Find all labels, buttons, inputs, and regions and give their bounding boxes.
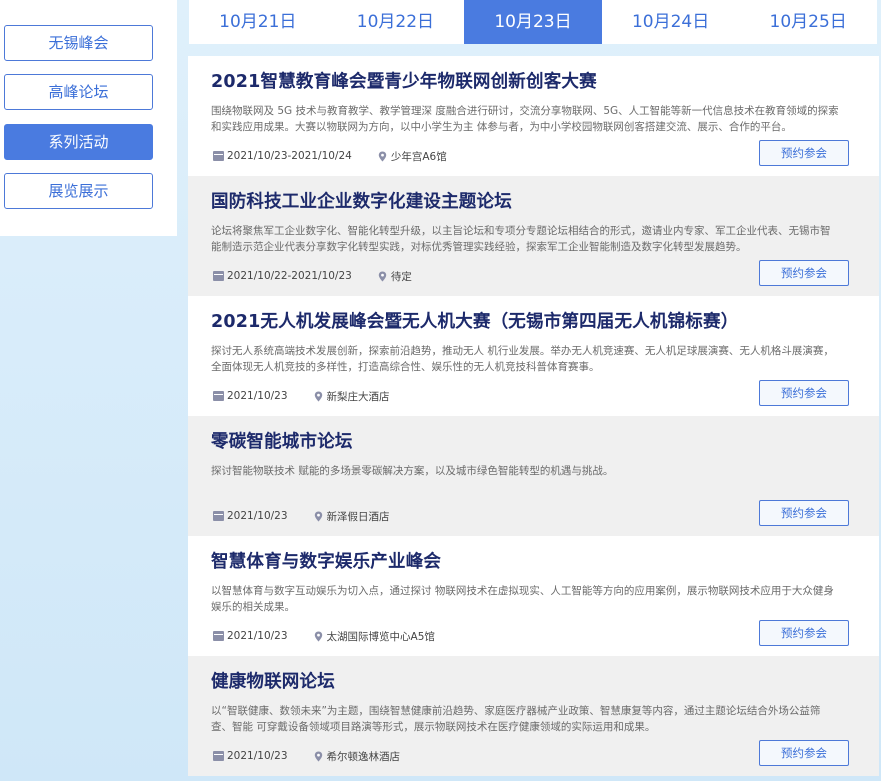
event-title: 零碳智能城市论坛 (211, 432, 353, 452)
event-location: 少年宫A6馆 (390, 150, 447, 163)
event-description: 论坛将聚焦军工企业数字化、智能化转型升级，以主旨论坛和专项分专题论坛相结合的形式… (211, 225, 831, 253)
event-description: 以智慧体育与数字互动娱乐为切入点，通过探讨 物联网技术在虚拟现实、人工智能等方向… (211, 585, 834, 613)
event-location: 太湖国际博览中心A5馆 (326, 630, 435, 643)
calendar-icon (213, 511, 224, 521)
sidebar-nav: 无锡峰会 高峰论坛 系列活动 展览展示 (0, 0, 177, 236)
reserve-button[interactable]: 预约参会 (759, 500, 849, 526)
calendar-icon (213, 751, 224, 761)
sidebar-item-exhibition[interactable]: 展览展示 (4, 173, 153, 209)
event-description: 以“智联健康、数领未来”为主题，围绕智慧健康前沿趋势、家庭医疗器械产业政策、智慧… (211, 705, 821, 733)
event-location: 希尔顿逸林酒店 (326, 750, 401, 763)
tab-date-1025[interactable]: 10月25日 (739, 0, 877, 44)
calendar-icon (213, 631, 224, 641)
event-title: 国防科技工业企业数字化建设主题论坛 (211, 192, 512, 212)
location-pin-icon (314, 751, 322, 761)
event-card: 2021智慧教育峰会暨青少年物联网创新创客大赛 围绕物联网及 5G 技术与教育教… (188, 56, 879, 176)
event-location: 新泽假日酒店 (326, 510, 390, 523)
event-date: 2021/10/23 (227, 630, 288, 642)
event-date: 2021/10/23 (227, 510, 288, 522)
reserve-button[interactable]: 预约参会 (759, 260, 849, 286)
tab-date-1021[interactable]: 10月21日 (189, 0, 327, 44)
calendar-icon (213, 271, 224, 281)
tab-date-1024[interactable]: 10月24日 (602, 0, 740, 44)
event-location: 待定 (390, 270, 412, 283)
event-date: 2021/10/23-2021/10/24 (227, 150, 352, 162)
event-meta: 2021/10/23-2021/10/24 少年宫A6馆 (213, 148, 473, 164)
event-title: 2021智慧教育峰会暨青少年物联网创新创客大赛 (211, 72, 597, 92)
event-meta: 2021/10/23 希尔顿逸林酒店 (213, 748, 426, 764)
event-meta: 2021/10/23 太湖国际博览中心A5馆 (213, 628, 461, 644)
tab-date-1023[interactable]: 10月23日 (464, 0, 602, 44)
event-title: 健康物联网论坛 (211, 672, 335, 692)
location-pin-icon (314, 631, 322, 641)
event-card: 健康物联网论坛 以“智联健康、数领未来”为主题，围绕智慧健康前沿趋势、家庭医疗器… (188, 656, 879, 776)
event-card: 2021无人机发展峰会暨无人机大赛（无锡市第四届无人机锦标赛） 探讨无人系统高端… (188, 296, 879, 416)
event-meta: 2021/10/23 新梨庄大酒店 (213, 388, 416, 404)
event-description: 探讨无人系统高端技术发展创新，探索前沿趋势，推动无人 机行业发展。举办无人机竞速… (211, 345, 834, 373)
sidebar-item-summit-forum[interactable]: 高峰论坛 (4, 74, 153, 110)
event-title: 智慧体育与数字娱乐产业峰会 (211, 552, 442, 572)
event-card: 智慧体育与数字娱乐产业峰会 以智慧体育与数字互动娱乐为切入点，通过探讨 物联网技… (188, 536, 879, 656)
reserve-button[interactable]: 预约参会 (759, 740, 849, 766)
tab-date-1022[interactable]: 10月22日 (327, 0, 465, 44)
event-date: 2021/10/22-2021/10/23 (227, 270, 352, 282)
event-meta: 2021/10/22-2021/10/23 待定 (213, 268, 438, 284)
reserve-button[interactable]: 预约参会 (759, 140, 849, 166)
location-pin-icon (378, 151, 387, 161)
reserve-button[interactable]: 预约参会 (759, 620, 849, 646)
location-pin-icon (378, 271, 387, 281)
reserve-button[interactable]: 预约参会 (759, 380, 849, 406)
event-card: 零碳智能城市论坛 探讨智能物联技术 赋能的多场景零碳解决方案，以及城市绿色智能转… (188, 416, 879, 536)
location-pin-icon (314, 511, 322, 521)
event-description: 探讨智能物联技术 赋能的多场景零碳解决方案，以及城市绿色智能转型的机遇与挑战。 (211, 465, 614, 477)
calendar-icon (213, 391, 224, 401)
event-description: 围绕物联网及 5G 技术与教育教学、教学管理深 度融合进行研讨，交流分享物联网、… (211, 105, 839, 133)
location-pin-icon (314, 391, 322, 401)
event-title: 2021无人机发展峰会暨无人机大赛（无锡市第四届无人机锦标赛） (211, 312, 739, 332)
date-tabs: 10月21日 10月22日 10月23日 10月24日 10月25日 (189, 0, 877, 44)
event-location: 新梨庄大酒店 (326, 390, 390, 403)
event-meta: 2021/10/23 新泽假日酒店 (213, 508, 416, 524)
sidebar-item-wuxi-summit[interactable]: 无锡峰会 (4, 25, 153, 61)
sidebar-item-series-events[interactable]: 系列活动 (4, 124, 153, 160)
calendar-icon (213, 151, 224, 161)
event-card: 国防科技工业企业数字化建设主题论坛 论坛将聚焦军工企业数字化、智能化转型升级，以… (188, 176, 879, 296)
event-list: 2021智慧教育峰会暨青少年物联网创新创客大赛 围绕物联网及 5G 技术与教育教… (188, 56, 879, 778)
event-date: 2021/10/23 (227, 750, 288, 762)
event-date: 2021/10/23 (227, 390, 288, 402)
